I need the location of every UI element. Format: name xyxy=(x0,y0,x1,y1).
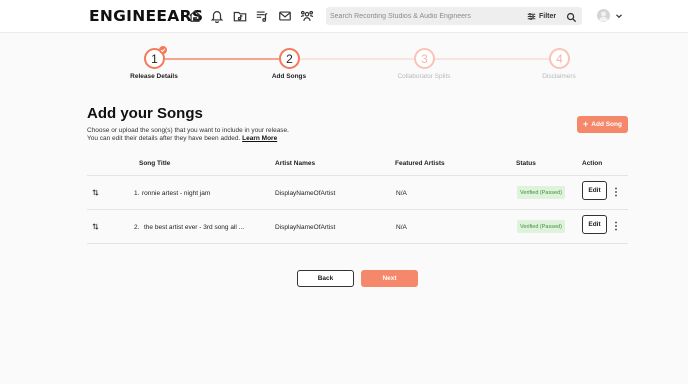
drag-handle-icon[interactable] xyxy=(92,223,99,230)
step-connector xyxy=(165,58,279,60)
step-2-label: Add Songs xyxy=(271,73,307,80)
song-title: ronnie artest - night jam xyxy=(142,190,211,197)
row-index: 1. xyxy=(134,190,140,197)
search-bar: Filter xyxy=(326,7,582,25)
step-2-circle[interactable]: 2 xyxy=(279,48,300,69)
artist-name: DisplayNameOfArtist xyxy=(275,224,336,231)
filter-label: Filter xyxy=(539,12,557,20)
drag-handle-icon[interactable] xyxy=(92,189,99,196)
playlist-icon[interactable] xyxy=(255,9,269,23)
step-connector xyxy=(300,58,414,60)
learn-more-link[interactable]: Learn More xyxy=(242,135,277,142)
status-badge: Verified (Passed) xyxy=(517,220,565,233)
column-header-action: Action xyxy=(582,160,603,167)
step-4-label: Disclaimers xyxy=(542,73,576,80)
step-4-circle: 4 xyxy=(549,48,570,69)
description-line-1: Choose or upload the song(s) that you wa… xyxy=(87,127,289,134)
home-icon[interactable] xyxy=(188,9,202,23)
row-index: 2. xyxy=(134,224,140,231)
page-title: Add your Songs xyxy=(87,105,203,122)
community-icon[interactable] xyxy=(300,9,314,23)
column-header-song-title: Song Title xyxy=(139,160,171,167)
add-song-label: Add Song xyxy=(591,121,622,128)
description-line-2: You can edit their details after they ha… xyxy=(87,135,277,142)
bell-icon[interactable] xyxy=(210,9,224,23)
search-icon[interactable] xyxy=(566,10,577,23)
artist-name: DisplayNameOfArtist xyxy=(275,190,336,197)
table-row: 2. the best artist ever - 3rd song all .… xyxy=(87,210,628,243)
top-header: ENGINEEARS Filter xyxy=(0,0,688,33)
plus-icon: + xyxy=(583,119,589,129)
filter-button[interactable]: Filter xyxy=(527,9,556,23)
search-input[interactable] xyxy=(330,8,520,24)
mail-icon[interactable] xyxy=(278,9,292,23)
column-header-featured-artists: Featured Artists xyxy=(395,160,445,167)
step-1-label: Release Details xyxy=(130,73,178,80)
step-3-circle: 3 xyxy=(414,48,435,69)
column-header-status: Status xyxy=(516,160,536,167)
featured-artists: N/A xyxy=(396,190,407,197)
table-divider xyxy=(87,243,628,244)
description-text: You can edit their details after they ha… xyxy=(87,135,241,142)
featured-artists: N/A xyxy=(396,224,407,231)
song-title: the best artist ever - 3rd song all ... xyxy=(144,224,245,231)
table-row: 1. ronnie artest - night jam DisplayName… xyxy=(87,176,628,209)
folder-music-icon[interactable] xyxy=(233,9,247,23)
avatar[interactable] xyxy=(597,9,610,22)
step-complete-badge xyxy=(159,46,167,54)
chevron-down-icon[interactable] xyxy=(615,12,623,20)
logo[interactable]: ENGINEEARS xyxy=(89,7,203,25)
next-button[interactable]: Next xyxy=(361,270,418,287)
edit-button[interactable]: Edit xyxy=(582,181,607,200)
more-options-icon[interactable] xyxy=(614,221,618,231)
add-song-button[interactable]: + Add Song xyxy=(577,116,628,133)
filter-icon xyxy=(527,12,536,20)
step-3-label: Collaborator Splits xyxy=(397,73,451,80)
check-icon xyxy=(160,48,166,53)
edit-button[interactable]: Edit xyxy=(582,215,607,234)
more-options-icon[interactable] xyxy=(614,187,618,197)
back-button[interactable]: Back xyxy=(297,270,354,287)
status-badge: Verified (Passed) xyxy=(517,186,565,199)
column-header-artist-names: Artist Names xyxy=(275,160,316,167)
step-connector xyxy=(435,58,549,60)
